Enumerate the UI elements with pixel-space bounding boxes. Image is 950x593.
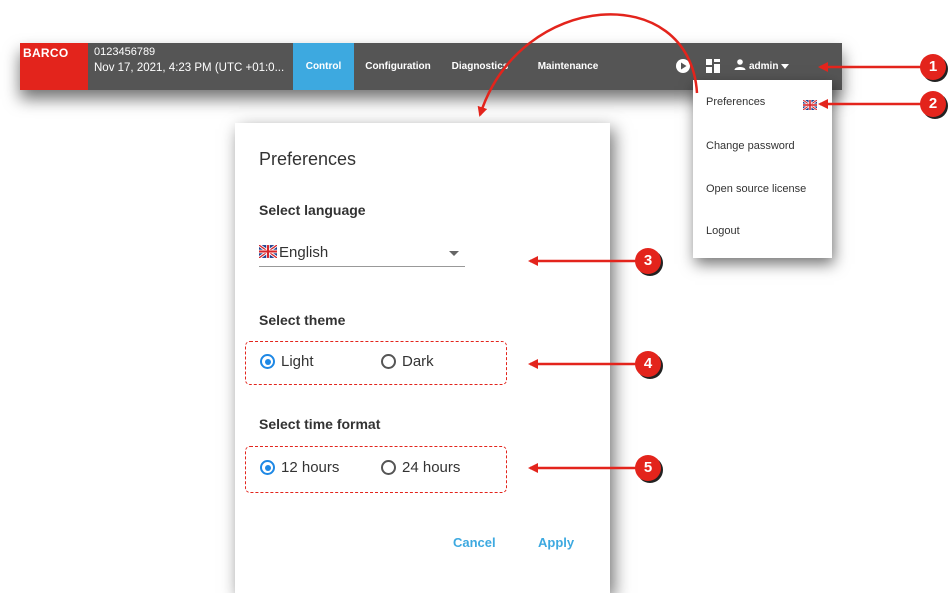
callout-5: 5 — [635, 455, 661, 481]
user-dropdown-menu: Preferences Change password Open source … — [693, 80, 832, 258]
chevron-down-icon — [781, 61, 790, 72]
menu-item-open-source-license-label: Open source license — [706, 183, 807, 195]
tab-control-label: Control — [305, 61, 342, 72]
tab-diagnostics[interactable]: Diagnostics — [446, 43, 514, 90]
menu-item-change-password[interactable]: Change password — [706, 140, 795, 152]
tab-maintenance-label: Maintenance — [537, 61, 599, 72]
callout-4: 4 — [635, 351, 661, 377]
uk-flag-icon — [802, 97, 818, 115]
uk-flag-icon — [258, 243, 278, 263]
dialog-title: Preferences — [259, 149, 357, 169]
menu-item-change-password-label: Change password — [706, 140, 795, 152]
username: admin — [749, 60, 779, 72]
callout-1: 1 — [920, 54, 946, 80]
language-value: English — [279, 244, 329, 261]
menu-item-preferences-label: Preferences — [706, 96, 766, 108]
menu-item-open-source-license[interactable]: Open source license — [706, 183, 806, 195]
menu-item-logout[interactable]: Logout — [706, 225, 740, 237]
user-menu-toggle[interactable]: admin — [734, 59, 790, 73]
barco-logo: BARCO — [20, 43, 88, 90]
tab-control[interactable]: Control — [293, 43, 354, 90]
menu-item-logout-label: Logout — [706, 225, 740, 237]
device-datetime: Nov 17, 2021, 4:23 PM (UTC +01:0... — [94, 62, 285, 74]
language-select[interactable]: English — [258, 240, 465, 267]
dropdown-arrow-icon — [449, 251, 459, 256]
callout-3: 3 — [635, 248, 661, 274]
time-format-label: Select time format — [259, 416, 381, 432]
tab-configuration[interactable]: Configuration — [360, 43, 436, 90]
theme-highlight-box — [245, 341, 507, 385]
tab-diagnostics-label: Diagnostics — [451, 61, 509, 72]
theme-label: Select theme — [259, 312, 346, 328]
user-icon — [734, 59, 746, 73]
layout-icon[interactable] — [706, 59, 720, 78]
device-id: 0123456789 — [94, 46, 156, 58]
callout-2: 2 — [920, 91, 946, 117]
cancel-button[interactable]: Cancel — [453, 535, 496, 550]
menu-item-preferences[interactable]: Preferences — [706, 96, 765, 108]
logo-text: BARCO — [23, 46, 69, 60]
tab-maintenance[interactable]: Maintenance — [528, 43, 608, 90]
play-icon[interactable] — [676, 59, 690, 78]
tab-configuration-label: Configuration — [365, 61, 431, 72]
language-label: Select language — [259, 202, 366, 218]
apply-button[interactable]: Apply — [538, 535, 574, 550]
time-format-highlight-box — [245, 446, 507, 493]
